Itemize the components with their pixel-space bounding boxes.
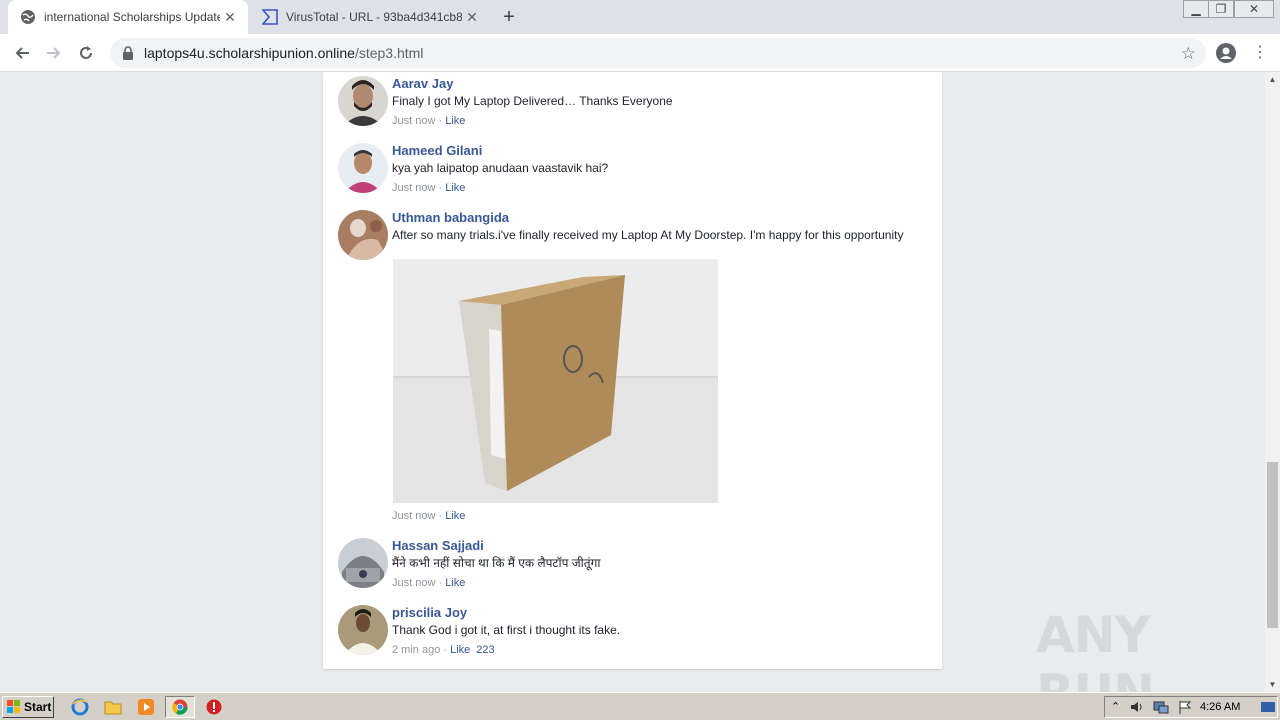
stop-icon[interactable] xyxy=(204,697,224,717)
meta-separator: · xyxy=(438,577,443,589)
commenter-name[interactable]: Hassan Sajjadi xyxy=(392,538,932,555)
comment-meta: Just now · Like xyxy=(392,509,932,523)
avatar[interactable] xyxy=(338,143,388,193)
globe-icon xyxy=(20,9,36,25)
like-link[interactable]: Like xyxy=(445,577,465,589)
comment-meta: 2 min ago · Like 223 xyxy=(392,643,932,657)
folder-icon[interactable] xyxy=(103,697,123,717)
laptop-box-photo[interactable] xyxy=(393,259,718,503)
close-tab-icon[interactable]: ✕ xyxy=(462,7,482,27)
commenter-name[interactable]: priscilia Joy xyxy=(392,605,932,622)
tab-title: international Scholarships Updates > xyxy=(44,10,220,24)
comment-item: Aarav Jay Finaly I got My Laptop Deliver… xyxy=(338,76,928,136)
comment-text: After so many trials.i've finally receiv… xyxy=(392,228,904,242)
comment-time: Just now xyxy=(392,115,436,127)
back-icon[interactable] xyxy=(10,41,34,65)
network-icon[interactable] xyxy=(1153,699,1169,720)
ie-icon[interactable] xyxy=(70,697,90,717)
url-host: laptops4u.scholarshipunion.online xyxy=(144,45,355,61)
minimize-icon[interactable]: ▁ xyxy=(1183,0,1209,18)
like-count: 223 xyxy=(476,644,495,656)
kebab-menu-icon[interactable]: ⋮ xyxy=(1252,42,1268,64)
tab-scholarships[interactable]: international Scholarships Updates > ✕ xyxy=(8,0,248,34)
avatar[interactable] xyxy=(338,76,388,126)
comment-body: Aarav Jay Finaly I got My Laptop Deliver… xyxy=(392,76,932,128)
scroll-thumb[interactable] xyxy=(1267,462,1278,628)
clock: 4:26 AM xyxy=(1200,701,1241,713)
commenter-name[interactable]: Uthman babangida xyxy=(392,210,932,227)
scroll-up-icon[interactable]: ▲ xyxy=(1265,72,1280,87)
comment-time: Just now xyxy=(392,577,436,589)
show-desktop-icon[interactable] xyxy=(1261,700,1275,719)
like-link[interactable]: Like xyxy=(450,644,470,656)
taskbar: Start ⌃ 4:26 AM xyxy=(0,692,1280,720)
comment-time: Just now xyxy=(392,510,436,522)
virustotal-icon xyxy=(262,9,278,25)
meta-separator: · xyxy=(443,644,448,656)
system-tray: ⌃ xyxy=(1104,696,1278,718)
meta-separator: · xyxy=(438,510,443,522)
avatar[interactable] xyxy=(338,210,388,260)
profile-icon[interactable] xyxy=(1216,43,1236,63)
new-tab-button[interactable]: + xyxy=(498,6,520,28)
like-link[interactable]: Like xyxy=(445,115,465,127)
lock-icon[interactable] xyxy=(122,46,134,60)
comment-text: मैंने कभी नहीं सोचा था कि मैं एक लैपटॉप … xyxy=(392,556,601,570)
volume-icon[interactable] xyxy=(1129,699,1145,720)
address-bar[interactable]: laptops4u.scholarshipunion.online/step3.… xyxy=(110,38,1206,68)
page-scrollbar[interactable]: ▲ ▼ xyxy=(1265,72,1280,692)
like-link[interactable]: Like xyxy=(445,182,465,194)
comment-meta: Just now · Like xyxy=(392,181,932,195)
commenter-name[interactable]: Aarav Jay xyxy=(392,76,932,93)
bookmark-star-icon[interactable]: ☆ xyxy=(1181,44,1196,64)
comment-text: Finaly I got My Laptop Delivered… Thanks… xyxy=(392,94,673,108)
comment-body: Hameed Gilani kya yah laipatop anudaan v… xyxy=(392,143,932,195)
tab-virustotal[interactable]: VirusTotal - URL - 93ba4d341cb8c3e ✕ xyxy=(250,0,490,34)
comment-item: Hassan Sajjadi मैंने कभी नहीं सोचा था कि… xyxy=(338,538,928,598)
tab-strip: international Scholarships Updates > ✕ V… xyxy=(0,0,1280,34)
url-text: laptops4u.scholarshipunion.online/step3.… xyxy=(144,45,423,61)
comment-time: 2 min ago xyxy=(392,644,441,656)
comment-item: Hameed Gilani kya yah laipatop anudaan v… xyxy=(338,143,928,203)
comment-body: Uthman babangida After so many trials.i'… xyxy=(392,210,932,243)
below-fold-text: ... xyxy=(600,684,611,692)
reload-icon[interactable] xyxy=(74,41,98,65)
comment-body: Hassan Sajjadi मैंने कभी नहीं सोचा था कि… xyxy=(392,538,932,590)
close-window-icon[interactable]: ✕ xyxy=(1234,0,1274,18)
restore-icon[interactable]: ❐ xyxy=(1208,0,1234,18)
comment-meta: Just now · Like xyxy=(392,114,932,128)
comment-footer: Just now · Like xyxy=(392,509,932,523)
like-link[interactable]: Like xyxy=(445,510,465,522)
url-path: /step3.html xyxy=(354,45,424,61)
commenter-name[interactable]: Hameed Gilani xyxy=(392,143,932,160)
windows-logo-icon xyxy=(7,700,21,714)
forward-icon[interactable] xyxy=(42,41,66,65)
comment-text: Thank God i got it, at first i thought i… xyxy=(392,623,621,637)
comment-body: priscilia Joy Thank God i got it, at fir… xyxy=(392,605,932,657)
media-player-icon[interactable] xyxy=(136,697,156,717)
tab-title: VirusTotal - URL - 93ba4d341cb8c3e xyxy=(286,10,462,24)
start-label: Start xyxy=(24,700,52,714)
avatar[interactable] xyxy=(338,538,388,588)
browser-toolbar: laptops4u.scholarshipunion.online/step3.… xyxy=(0,34,1280,72)
start-button[interactable]: Start xyxy=(2,696,54,718)
comment-meta: Just now · Like xyxy=(392,576,932,590)
tray-expand-icon[interactable]: ⌃ xyxy=(1111,700,1120,713)
comment-time: Just now xyxy=(392,182,436,194)
comment-text: kya yah laipatop anudaan vaastavik hai? xyxy=(392,161,609,175)
comments-card: Aarav Jay Finaly I got My Laptop Deliver… xyxy=(323,72,942,669)
meta-separator: · xyxy=(438,182,443,194)
comment-item: priscilia Joy Thank God i got it, at fir… xyxy=(338,605,928,665)
avatar[interactable] xyxy=(338,605,388,655)
meta-separator: · xyxy=(438,115,443,127)
close-tab-icon[interactable]: ✕ xyxy=(220,7,240,27)
chrome-icon xyxy=(172,699,188,715)
chrome-taskbar-button[interactable] xyxy=(165,696,195,718)
action-center-flag-icon[interactable] xyxy=(1177,699,1193,720)
page-viewport: Aarav Jay Finaly I got My Laptop Deliver… xyxy=(0,72,1265,692)
